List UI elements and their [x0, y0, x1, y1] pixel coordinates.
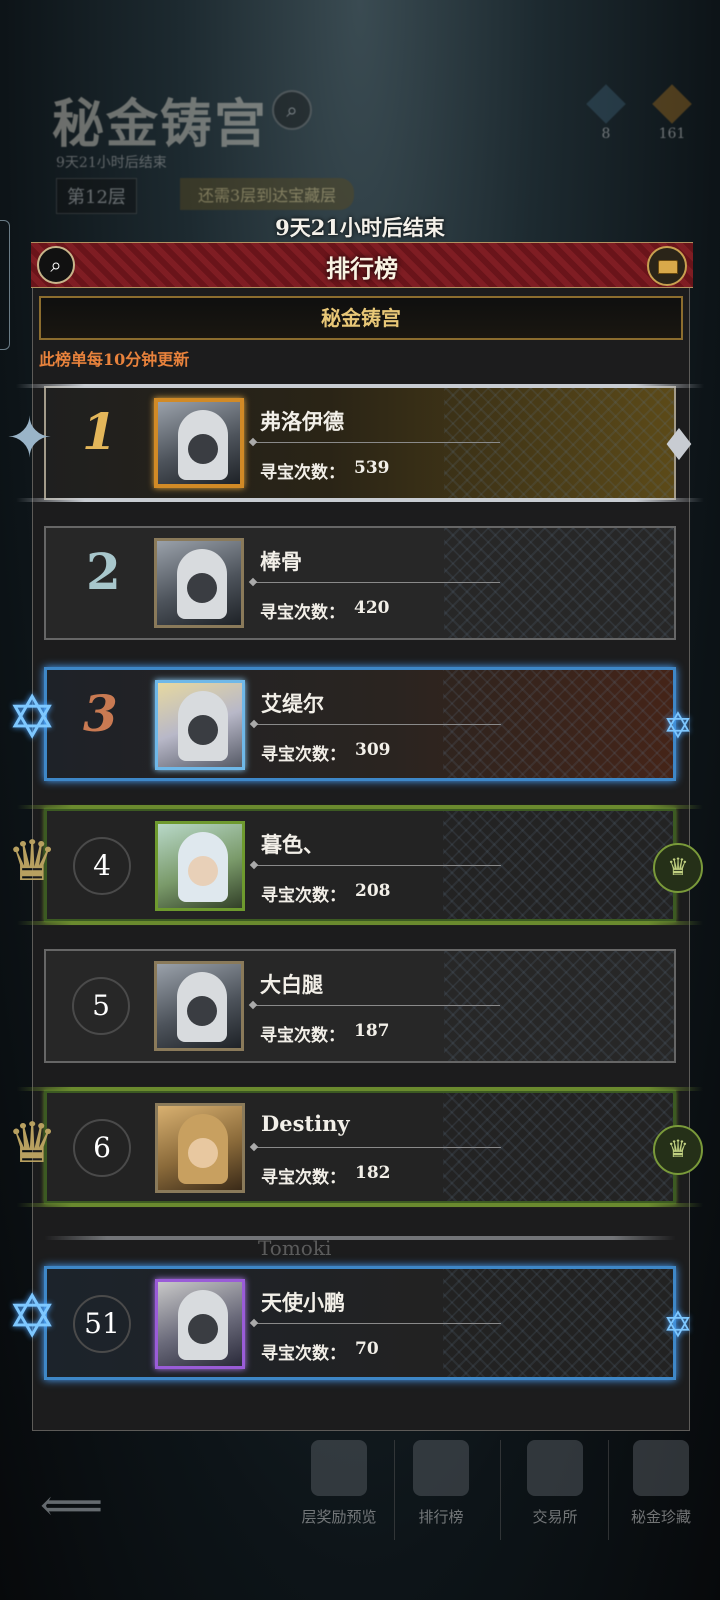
- rank-row-6[interactable]: ♛ 6 Destiny 寻宝次数： 182 ♛: [7, 1087, 703, 1207]
- score-label: 寻宝次数：: [260, 1026, 345, 1046]
- score-label: 寻宝次数：: [261, 1168, 346, 1188]
- trophy-icon: [413, 1440, 469, 1496]
- player-name: 暮色、: [261, 832, 324, 857]
- player-name: Tomoki: [258, 1236, 332, 1260]
- player-name: 天使小鹏: [261, 1290, 345, 1315]
- dungeon-countdown-small: 9天21小时后结束: [56, 155, 167, 171]
- nav-exchange[interactable]: 交易所: [500, 1440, 610, 1527]
- rank-number: 5: [72, 977, 130, 1035]
- rank-number: 51: [73, 1295, 131, 1353]
- crystal-sword-icon: ♦: [659, 420, 699, 471]
- score-value: 539: [354, 458, 390, 478]
- hexagram-emblem-icon: ✡: [7, 1282, 58, 1352]
- back-arrow-icon[interactable]: ⟸: [40, 1480, 103, 1531]
- bottom-nav: ⟸ 层奖励预览 排行榜 交易所 秘金珍藏: [0, 1440, 720, 1600]
- score-label: 寻宝次数：: [260, 463, 345, 483]
- dungeon-title: 秘金铸宫: [52, 94, 269, 155]
- golden-laurel-icon: ♛: [7, 1111, 58, 1176]
- partial-rank-row: Tomoki: [44, 1236, 676, 1262]
- crystal-icon: [586, 84, 626, 124]
- avatar[interactable]: [154, 398, 244, 488]
- avatar[interactable]: [155, 680, 245, 770]
- chest-icon[interactable]: [647, 246, 687, 286]
- avatar[interactable]: [154, 538, 244, 628]
- golden-laurel-icon: ♛: [7, 829, 58, 894]
- rewards-icon: [311, 1440, 367, 1496]
- currency-coin: 161: [652, 84, 692, 142]
- hexagram-icon: ✡: [662, 706, 694, 747]
- nav-leaderboard[interactable]: 排行榜: [386, 1440, 496, 1527]
- score-value: 182: [355, 1163, 391, 1183]
- score-label: 寻宝次数：: [260, 603, 345, 623]
- search-icon: ⌕: [272, 90, 312, 130]
- collection-icon: [633, 1440, 689, 1496]
- panel-title: 排行榜: [326, 254, 398, 283]
- panel-header: ⌕ 排行榜: [31, 242, 693, 288]
- hexagram-icon: ✡: [662, 1305, 694, 1346]
- score-value: 420: [354, 598, 390, 618]
- crown-badge-icon: ♛: [653, 1125, 703, 1175]
- player-name: 大白腿: [260, 972, 323, 997]
- player-name: 棒骨: [260, 549, 302, 574]
- hexagram-emblem-icon: ✡: [7, 683, 58, 753]
- my-rank-row[interactable]: ✡ 51 天使小鹏 寻宝次数： 70 ✡: [7, 1266, 693, 1380]
- nav-layer-rewards[interactable]: 层奖励预览: [284, 1440, 394, 1527]
- score-value: 309: [355, 740, 391, 760]
- rank-number: 3: [83, 684, 118, 743]
- rank-row-2[interactable]: 2 棒骨 寻宝次数： 420: [44, 526, 676, 640]
- nav-collection[interactable]: 秘金珍藏: [606, 1440, 716, 1527]
- silver-wing-emblem-icon: ✦: [6, 406, 53, 471]
- player-name: 艾缇尔: [261, 691, 324, 716]
- avatar[interactable]: [155, 821, 245, 911]
- score-label: 寻宝次数：: [261, 886, 346, 906]
- rank-row-5[interactable]: 5 大白腿 寻宝次数： 187: [44, 949, 676, 1063]
- crown-badge-icon: ♛: [653, 843, 703, 893]
- update-note: 此榜单每10分钟更新: [39, 350, 190, 369]
- category-tab[interactable]: 秘金铸宫: [39, 296, 683, 340]
- score-value: 70: [355, 1339, 379, 1359]
- avatar[interactable]: [154, 961, 244, 1051]
- exchange-icon: [527, 1440, 583, 1496]
- avatar[interactable]: [155, 1103, 245, 1193]
- rank-row-4[interactable]: ♛ 4 暮色、 寻宝次数： 208 ♛: [7, 805, 703, 925]
- coin-icon: [652, 84, 692, 124]
- score-label: 寻宝次数：: [261, 745, 346, 765]
- score-value: 208: [355, 881, 391, 901]
- rank-row-1[interactable]: ✦ 1 弗洛伊德 寻宝次数： 539 ♦: [6, 384, 704, 502]
- player-name: Destiny: [261, 1111, 350, 1136]
- player-name: 弗洛伊德: [260, 409, 344, 434]
- rank-number: 6: [73, 1119, 131, 1177]
- event-countdown: 9天21小时后结束: [275, 215, 445, 240]
- rank-number: 1: [82, 402, 117, 461]
- avatar[interactable]: [155, 1279, 245, 1369]
- layer-hint: 还需3层到达宝藏层: [180, 178, 355, 210]
- background-header: 秘金铸宫 ⌕ 9天21小时后结束 第12层 还需3层到达宝藏层 8 161: [0, 0, 720, 240]
- score-label: 寻宝次数：: [261, 1344, 346, 1364]
- rank-row-3[interactable]: ✡ 3 艾缇尔 寻宝次数： 309 ✡: [7, 667, 693, 781]
- current-layer: 第12层: [56, 178, 137, 214]
- rank-number: 4: [73, 837, 131, 895]
- currency-crystal: 8: [586, 84, 626, 142]
- frame-bottom: [16, 498, 704, 502]
- score-value: 187: [354, 1021, 390, 1041]
- rank-number: 2: [86, 542, 121, 601]
